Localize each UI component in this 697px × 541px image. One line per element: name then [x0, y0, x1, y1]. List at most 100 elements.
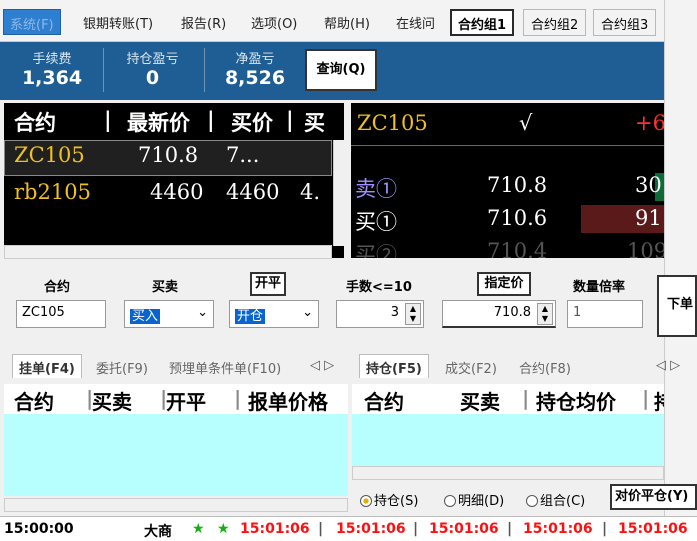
- col-side: 买卖: [92, 390, 132, 414]
- star-icon: ★: [217, 521, 230, 537]
- contract-label: 合约: [44, 280, 71, 295]
- check-icon: √: [519, 111, 533, 135]
- submit-order-button[interactable]: 下单: [657, 275, 697, 337]
- sell1-volume: 30: [635, 173, 662, 197]
- divider: [351, 145, 664, 146]
- tab-pending-orders[interactable]: 挂单(F4): [12, 354, 82, 378]
- header-divider: |: [207, 107, 215, 132]
- status-clock: 15:01:06: [336, 521, 406, 537]
- pending-horizontal-scrollbar[interactable]: [4, 498, 348, 512]
- tab-trades[interactable]: 成交(F2): [445, 358, 497, 377]
- tab-conditional-orders[interactable]: 预埋单条件单(F10): [169, 358, 281, 377]
- limit-price-label[interactable]: 指定价: [477, 272, 531, 296]
- tab-orders[interactable]: 委托(F9): [96, 358, 148, 377]
- chevron-down-icon: ⌄: [197, 305, 208, 320]
- contract-input[interactable]: ZC105: [16, 300, 106, 328]
- quote-row-bid: 4460: [226, 180, 280, 204]
- position-pnl-label: 持仓盈亏: [126, 52, 179, 67]
- side-label: 买卖: [152, 280, 179, 295]
- multiplier-input[interactable]: 1: [567, 300, 643, 328]
- menu-report[interactable]: 报告(R): [181, 13, 226, 32]
- buy2-volume: 109: [627, 239, 664, 258]
- tab-scroll-arrows-icon[interactable]: ◁ ▷: [310, 358, 334, 373]
- divider: [204, 48, 205, 92]
- status-clock: 15:01:06: [240, 521, 310, 537]
- radio-off-icon: [526, 495, 538, 507]
- offset-value: 开仓: [235, 309, 266, 324]
- spinner-icon[interactable]: ▲ ▼: [537, 303, 553, 325]
- radio-details-label: 明细(D): [458, 494, 505, 509]
- depth-contract: ZC105: [357, 111, 428, 135]
- quote-row-last: 4460: [150, 180, 204, 204]
- col-side: 买卖: [460, 390, 500, 414]
- tab-positions[interactable]: 持仓(F5): [359, 354, 429, 378]
- positions-header: 合约 买卖 | 持仓均价 | 持仓: [352, 384, 664, 414]
- menu-online[interactable]: 在线问: [396, 13, 435, 32]
- tab-contracts[interactable]: 合约(F8): [519, 358, 571, 377]
- depth-panel: ZC105 √ +6.2 卖① 710.8 30 买① 710.6 91 买② …: [351, 103, 664, 258]
- spinner-icon[interactable]: ▲ ▼: [405, 303, 421, 325]
- menu-options[interactable]: 选项(O): [251, 13, 297, 32]
- header-bid: 买价: [231, 110, 273, 135]
- price-stepper[interactable]: 710.8 ▲ ▼: [442, 300, 556, 328]
- quote-row-last: 710.8: [138, 143, 199, 167]
- close-at-market-button[interactable]: 对价平仓(Y): [610, 484, 697, 510]
- sell1-price: 710.8: [487, 173, 548, 197]
- header-bid2: 买: [304, 110, 325, 135]
- quantity-label: 手数<=10: [346, 280, 412, 295]
- radio-combo[interactable]: 组合(C): [526, 490, 585, 509]
- col-contract: 合约: [14, 390, 54, 414]
- positions-grid: 合约 买卖 | 持仓均价 | 持仓: [352, 384, 664, 466]
- star-icon: ★: [192, 521, 205, 537]
- offset-label[interactable]: 开平: [250, 272, 286, 296]
- side-select[interactable]: 买入 ⌄: [124, 300, 214, 328]
- header-divider: |: [104, 107, 112, 132]
- header-last: 最新价: [127, 110, 190, 135]
- status-exchange: 大商: [144, 524, 172, 540]
- col-avg-price: 持仓均价: [536, 390, 616, 414]
- radio-positions-label: 持仓(S): [374, 494, 419, 509]
- quote-vertical-scrollbar[interactable]: [333, 140, 344, 246]
- header-divider: |: [286, 107, 294, 132]
- right-edge-strip: [664, 0, 697, 541]
- positions-horizontal-scrollbar[interactable]: [352, 466, 664, 480]
- tab-scroll-arrows-icon[interactable]: ◁ ▷: [656, 358, 680, 373]
- fee-stat: 手续费 1,364: [18, 48, 86, 89]
- status-clock: 15:01:06: [429, 521, 499, 537]
- menu-bank-transfer[interactable]: 银期转账(T): [83, 13, 153, 32]
- quote-horizontal-scrollbar[interactable]: [4, 245, 332, 259]
- status-bar: 15:00:00 大商 ★ ★ 15:01:06 | 15:01:06 | 15…: [0, 516, 697, 541]
- col-order-price: 报单价格: [248, 390, 328, 414]
- tab-group-2[interactable]: 合约组2: [523, 9, 587, 36]
- buy1-volume: 91: [635, 206, 662, 230]
- radio-details[interactable]: 明细(D): [444, 490, 504, 509]
- status-time: 15:00:00: [4, 521, 74, 537]
- buy2-label: 买②: [355, 243, 397, 258]
- pending-orders-header: 合约 | 买卖 | 开平 | 报单价格: [4, 384, 348, 414]
- buy1-label: 买①: [355, 210, 397, 234]
- buy1-price: 710.6: [487, 206, 548, 230]
- tab-group-3[interactable]: 合约组3: [593, 9, 657, 36]
- menu-bar: 系统(F) 银期转账(T) 报告(R) 选项(O) 帮助(H) 在线问 合约组1…: [0, 0, 697, 42]
- radio-on-icon: [360, 495, 372, 507]
- header-contract: 合约: [14, 110, 56, 135]
- price-value: 710.8: [493, 305, 531, 320]
- quote-row-bid2: 4.: [300, 180, 321, 204]
- radio-positions[interactable]: 持仓(S): [360, 490, 418, 509]
- position-pnl-stat: 持仓盈亏 0: [115, 48, 190, 89]
- radio-combo-label: 组合(C): [540, 494, 586, 509]
- query-button[interactable]: 查询(Q): [305, 49, 377, 91]
- offset-select[interactable]: 开仓 ⌄: [229, 300, 319, 328]
- position-pnl-value: 0: [145, 67, 160, 89]
- radio-off-icon: [444, 495, 456, 507]
- tab-group-1[interactable]: 合约组1: [450, 9, 515, 36]
- buy2-price: 710.4: [487, 239, 548, 258]
- chevron-down-icon: ⌄: [302, 305, 313, 320]
- quantity-stepper[interactable]: 3 ▲ ▼: [336, 300, 424, 328]
- col-contract: 合约: [364, 390, 404, 414]
- quote-row-bid: 7...: [226, 143, 260, 167]
- quote-row-contract[interactable]: rb2105: [14, 180, 91, 204]
- sell1-label: 卖①: [355, 177, 397, 201]
- menu-help[interactable]: 帮助(H): [324, 13, 370, 32]
- menu-system[interactable]: 系统(F): [3, 9, 61, 35]
